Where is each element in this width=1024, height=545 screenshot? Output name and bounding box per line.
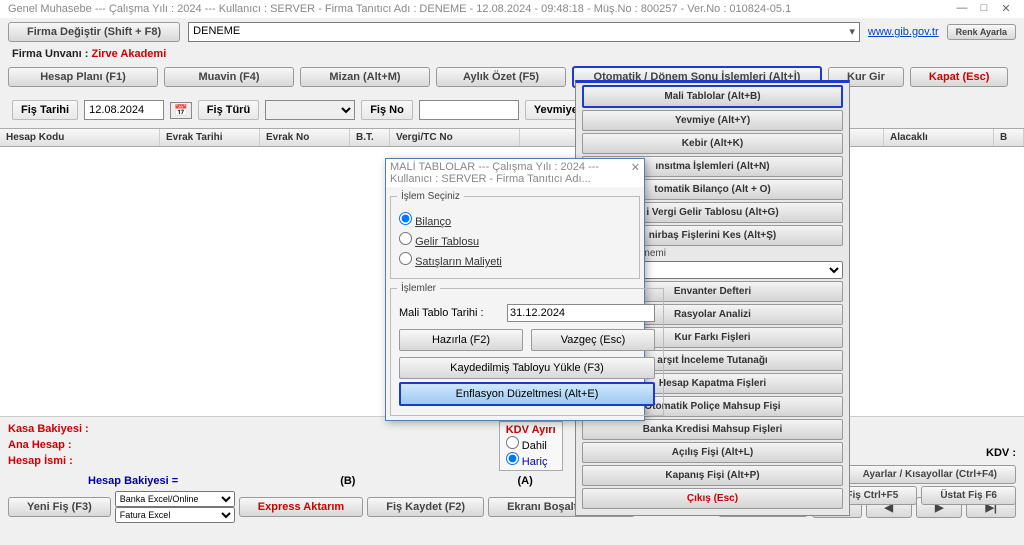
- aylik-ozet-button[interactable]: Aylık Özet (F5): [436, 67, 566, 87]
- banka-excel-select[interactable]: Banka Excel/Online: [115, 491, 235, 507]
- islem-seciniz-legend: İşlem Seçiniz: [397, 191, 464, 202]
- ustat-fis-button[interactable]: Üstat Fiş F6: [921, 486, 1016, 505]
- firma-combo-value: DENEME: [193, 25, 240, 37]
- vazgec-button[interactable]: Vazgeç (Esc): [531, 329, 655, 351]
- fis-turu-select[interactable]: [265, 100, 355, 120]
- kaydedilmis-yukle-button[interactable]: Kaydedilmiş Tabloyu Yükle (F3): [399, 357, 655, 379]
- renk-ayarla-button[interactable]: Renk Ayarla: [947, 24, 1016, 40]
- mali-tablolar-dialog: MALİ TABLOLAR --- Çalışma Yılı : 2024 --…: [385, 158, 645, 421]
- menu-kebir[interactable]: Kebir (Alt+K): [582, 133, 843, 154]
- calendar-icon[interactable]: 📅: [170, 102, 192, 119]
- radio-satislarin-maliyeti[interactable]: Satışların Maliyeti: [399, 252, 631, 268]
- fis-no-input[interactable]: [419, 100, 519, 120]
- kapat-button[interactable]: Kapat (Esc): [910, 67, 1009, 87]
- menu-mali-tablolar[interactable]: Mali Tablolar (Alt+B): [582, 85, 843, 108]
- kdv-ayir-title: KDV Ayırı: [506, 424, 556, 436]
- col-bt[interactable]: B.T.: [350, 129, 390, 146]
- col-b[interactable]: B: [994, 129, 1024, 146]
- radio-gelir-tablosu[interactable]: Gelir Tablosu: [399, 232, 631, 248]
- firma-combo[interactable]: DENEME: [188, 22, 860, 42]
- fis-tarihi-input[interactable]: [84, 100, 164, 120]
- fis-no-label: Fiş No: [361, 100, 413, 120]
- menu-cikis[interactable]: Çıkış (Esc): [582, 488, 843, 509]
- fis-input-row: Fiş Tarihi 📅 Fiş Türü Fiş No Yevmiye No: [0, 92, 1024, 128]
- hesap-ismi-label: Hesap İsmi :: [8, 453, 89, 469]
- top-toolbar: Firma Değiştir (Shift + F8) DENEME www.g…: [0, 18, 1024, 46]
- col-alacakli[interactable]: Alacaklı: [884, 129, 994, 146]
- islemler-group: İşlemler Mali Tablo Tarihi : Hazırla (F2…: [390, 283, 664, 416]
- maximize-icon[interactable]: □: [974, 2, 994, 16]
- col-vergi-tc[interactable]: Vergi/TC No: [390, 129, 520, 146]
- grid-header: Hesap Kodu Evrak Tarihi Evrak No B.T. Ve…: [0, 128, 1024, 147]
- mali-tablo-tarihi-input[interactable]: [507, 304, 655, 322]
- kasa-labels: Kasa Bakiyesi : Ana Hesap : Hesap İsmi :: [8, 421, 89, 469]
- kdv-label: KDV :: [986, 447, 1016, 459]
- mali-tablo-tarihi-label: Mali Tablo Tarihi :: [399, 307, 499, 319]
- enflasyon-duzeltmesi-button[interactable]: Enflasyon Düzeltmesi (Alt+E): [399, 382, 655, 406]
- express-aktarim-button[interactable]: Express Aktarım: [239, 497, 363, 517]
- col-evrak-no[interactable]: Evrak No: [260, 129, 350, 146]
- bakiye-a: (A): [517, 475, 532, 487]
- radio-bilanco[interactable]: Bilanço: [399, 212, 631, 228]
- dialog-titlebar: MALİ TABLOLAR --- Çalışma Yılı : 2024 --…: [386, 159, 644, 187]
- hesap-bakiyesi-label: Hesap Bakiyesi =: [88, 475, 178, 487]
- menu-kapanis-fisi[interactable]: Kapanış Fişi (Alt+P): [582, 465, 843, 486]
- col-hesap-kodu[interactable]: Hesap Kodu: [0, 129, 160, 146]
- col-evrak-tarihi[interactable]: Evrak Tarihi: [160, 129, 260, 146]
- firma-unvani-label: Firma Unvanı :: [12, 48, 88, 60]
- yeni-fis-button[interactable]: Yeni Fiş (F3): [8, 497, 111, 517]
- menu-yevmiye[interactable]: Yevmiye (Alt+Y): [582, 110, 843, 131]
- close-icon[interactable]: ✕: [996, 2, 1016, 16]
- mizan-button[interactable]: Mizan (Alt+M): [300, 67, 430, 87]
- title-text: Genel Muhasebe --- Çalışma Yılı : 2024 -…: [8, 3, 791, 15]
- kdv-haric-radio[interactable]: Hariç: [506, 456, 548, 468]
- firma-degistir-button[interactable]: Firma Değiştir (Shift + F8): [8, 22, 180, 42]
- ayarlar-kisayollar-button[interactable]: Ayarlar / Kısayollar (Ctrl+F4): [844, 465, 1016, 484]
- hesap-plani-button[interactable]: Hesap Planı (F1): [8, 67, 158, 87]
- window-titlebar: Genel Muhasebe --- Çalışma Yılı : 2024 -…: [0, 0, 1024, 18]
- minimize-icon[interactable]: —: [952, 2, 972, 16]
- kdv-ayir-box: KDV Ayırı Dahil Hariç: [499, 421, 563, 471]
- firma-unvani-row: Firma Unvanı : Zirve Akademi: [0, 46, 1024, 62]
- bakiye-b: (B): [340, 475, 355, 487]
- firma-unvani-value: Zirve Akademi: [91, 48, 166, 60]
- kdv-dahil-radio[interactable]: Dahil: [506, 440, 547, 452]
- menu-banka-kredisi[interactable]: Banka Kredisi Mahsup Fişleri: [582, 419, 843, 440]
- dialog-title: MALİ TABLOLAR --- Çalışma Yılı : 2024 --…: [390, 161, 631, 185]
- ana-hesap-label: Ana Hesap :: [8, 437, 89, 453]
- gib-link[interactable]: www.gib.gov.tr: [868, 26, 939, 38]
- islemler-legend: İşlemler: [397, 283, 440, 294]
- fis-kaydet-button[interactable]: Fiş Kaydet (F2): [367, 497, 484, 517]
- dialog-close-icon[interactable]: ✕: [631, 161, 640, 185]
- hazirla-button[interactable]: Hazırla (F2): [399, 329, 523, 351]
- islem-seciniz-group: İşlem Seçiniz Bilanço Gelir Tablosu Satı…: [390, 191, 640, 279]
- fatura-excel-select[interactable]: Fatura Excel: [115, 507, 235, 523]
- muavin-button[interactable]: Muavin (F4): [164, 67, 294, 87]
- main-button-row: Hesap Planı (F1) Muavin (F4) Mizan (Alt+…: [0, 62, 1024, 92]
- fis-turu-label: Fiş Türü: [198, 100, 259, 120]
- fis-tarihi-label: Fiş Tarihi: [12, 100, 78, 120]
- menu-acilis-fisi[interactable]: Açılış Fişi (Alt+L): [582, 442, 843, 463]
- kasa-bakiyesi-label: Kasa Bakiyesi :: [8, 421, 89, 437]
